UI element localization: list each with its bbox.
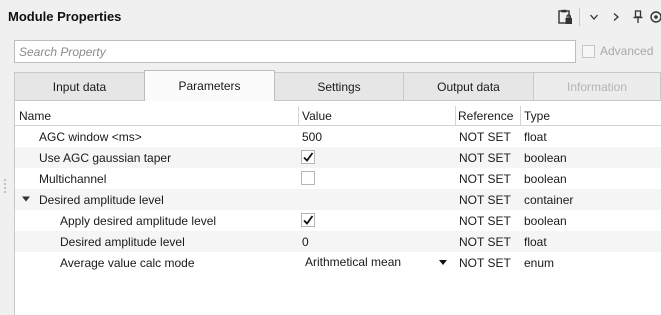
property-reference: NOT SET [459,193,511,207]
column-header-name[interactable]: Name [19,109,51,123]
search-field[interactable] [14,40,576,63]
property-type: boolean [524,214,567,228]
chevron-right-icon[interactable] [605,6,627,28]
property-type: boolean [524,172,567,186]
expand-triangle-icon[interactable] [21,194,31,204]
tab-information: Information [533,72,661,100]
checkmark-icon [303,215,314,225]
advanced-toggle[interactable]: Advanced [582,44,653,58]
search-input[interactable] [19,44,571,59]
tab-bar: Input data Parameters Settings Output da… [14,70,661,101]
column-header-value[interactable]: Value [302,109,332,123]
property-reference: NOT SET [459,214,511,228]
column-divider[interactable] [520,106,521,126]
tab-settings[interactable]: Settings [274,72,404,100]
property-reference: NOT SET [459,235,511,249]
property-name: Desired amplitude level [39,193,164,207]
tab-parameters[interactable]: Parameters [144,70,275,101]
property-checkbox[interactable] [301,171,315,185]
property-value[interactable]: 500 [302,130,322,144]
table-row[interactable]: Use AGC gaussian taper NOT SET boolean [15,147,661,168]
settings-icon[interactable] [649,6,661,28]
property-reference: NOT SET [459,172,511,186]
property-type: boolean [524,151,567,165]
property-grid: Name Value Reference Type AGC window <ms… [14,100,661,315]
advanced-label: Advanced [600,44,654,58]
property-type: float [524,130,547,144]
enum-dropdown-value[interactable]: Arithmetical mean [305,255,401,269]
table-row[interactable]: Apply desired amplitude level NOT SET bo… [15,210,661,231]
property-type: float [524,235,547,249]
tab-input-data[interactable]: Input data [14,72,145,100]
title-bar: Module Properties [0,0,661,34]
property-name: Desired amplitude level [60,235,185,249]
clipboard-lock-icon[interactable] [554,6,576,28]
column-divider[interactable] [455,106,456,126]
property-name: Average value calc mode [60,256,195,270]
chevron-down-icon[interactable] [583,6,605,28]
tab-output-data[interactable]: Output data [403,72,534,100]
table-row[interactable]: Average value calc mode Arithmetical mea… [15,252,661,273]
property-reference: NOT SET [459,256,511,270]
property-name: AGC window <ms> [39,130,142,144]
dropdown-arrow-icon[interactable] [439,260,447,265]
advanced-checkbox[interactable] [582,44,595,58]
property-checkbox[interactable] [301,150,315,164]
table-row[interactable]: Desired amplitude level NOT SET containe… [15,189,661,210]
column-header-reference[interactable]: Reference [458,109,513,123]
property-name: Apply desired amplitude level [60,214,217,228]
column-header-type[interactable]: Type [524,109,550,123]
resize-grip[interactable] [4,178,6,194]
property-name: Use AGC gaussian taper [39,151,172,165]
property-name: Multichannel [39,172,107,186]
panel-title: Module Properties [8,9,122,24]
column-divider[interactable] [298,106,299,126]
property-grid-header: Name Value Reference Type [15,106,661,126]
property-type: container [524,193,574,207]
property-checkbox[interactable] [301,213,315,227]
table-row[interactable]: Multichannel NOT SET boolean [15,168,661,189]
title-bar-toolbar [554,6,661,28]
property-reference: NOT SET [459,151,511,165]
property-type: enum [524,256,555,270]
table-row[interactable]: Desired amplitude level 0 NOT SET float [15,231,661,252]
pin-icon[interactable] [627,6,649,28]
checkmark-icon [303,152,314,162]
property-reference: NOT SET [459,130,511,144]
table-row[interactable]: AGC window <ms> 500 NOT SET float [15,126,661,147]
toolbar-separator [579,8,580,26]
property-value[interactable]: 0 [302,235,309,249]
